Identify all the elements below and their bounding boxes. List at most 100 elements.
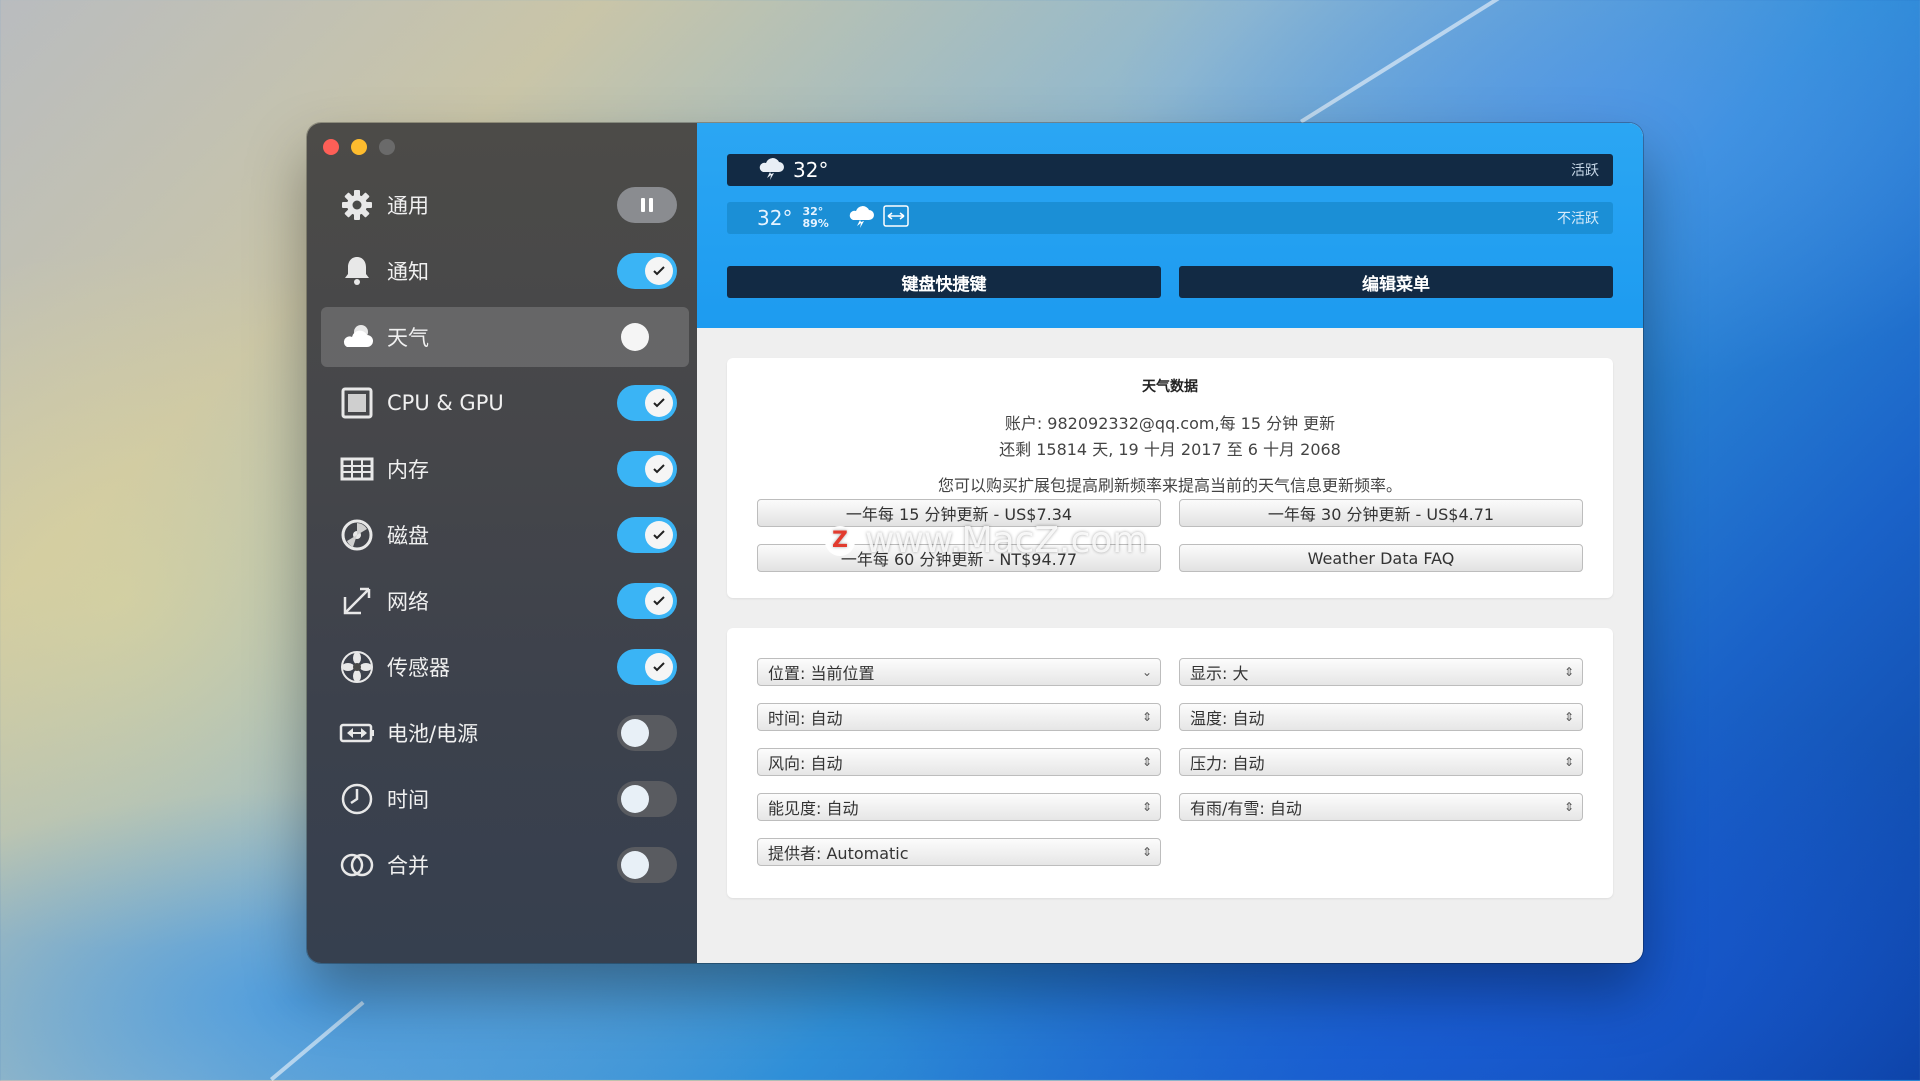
sidebar-item-label: 内存	[387, 458, 429, 482]
battery-icon	[337, 713, 377, 753]
sidebar-item-label: 传感器	[387, 656, 450, 680]
time-toggle[interactable]	[617, 781, 677, 817]
bell-icon	[337, 251, 377, 291]
weather-settings-card: 位置: 当前位置 ⌄ 显示: 大 ⇕ 时间: 自动 ⇕ 温度: 自动 ⇕ 风向:…	[727, 628, 1613, 898]
combine-toggle[interactable]	[617, 847, 677, 883]
menubar-status-label: 活跃	[1571, 163, 1599, 179]
pressure-unit-select[interactable]: 压力: 自动 ⇕	[1179, 748, 1583, 776]
menubar-preview-area: 32° 活跃 32° 32° 89% 不活跃 键盘快捷键 编辑菜单	[697, 123, 1643, 328]
pause-button[interactable]	[617, 187, 677, 223]
sidebar: 通用 通知 天气 CPU & GPU 内存 磁盘 网络 传感器 电池/电源 时间…	[307, 123, 697, 963]
watermark-logo: Z	[825, 525, 855, 556]
checkmark-icon	[653, 530, 665, 540]
weather-data-faq-button[interactable]: Weather Data FAQ	[1179, 544, 1583, 572]
time-select[interactable]: 时间: 自动 ⇕	[757, 703, 1161, 731]
menubar-status-label: 不活跃	[1557, 211, 1599, 227]
mini-readout: 32° 89%	[802, 206, 828, 230]
keyboard-shortcuts-button[interactable]: 键盘快捷键	[727, 266, 1161, 298]
select-value: 能见度: 自动	[768, 799, 859, 818]
select-value: 有雨/有雪: 自动	[1190, 799, 1302, 818]
sidebar-item-label: 通用	[387, 194, 429, 218]
sidebar-item-label: 磁盘	[387, 524, 429, 548]
upsell-line: 您可以购买扩展包提高刷新频率来提高当前的天气信息更新频率。	[937, 476, 1402, 495]
provider-select[interactable]: 提供者: Automatic ⇕	[757, 838, 1161, 866]
up-down-chevron-icon: ⇕	[1141, 845, 1152, 859]
watermark-text: www.MacZ.com	[865, 520, 1148, 561]
sensors-toggle[interactable]	[617, 649, 677, 685]
thunderstorm-icon	[757, 156, 785, 184]
up-down-chevron-icon: ⇕	[1563, 710, 1574, 724]
up-down-chevron-icon: ⇕	[1141, 710, 1152, 724]
main-panel: 32° 活跃 32° 32° 89% 不活跃 键盘快捷键 编辑菜单 天气数据 账…	[697, 123, 1643, 963]
checkmark-icon	[653, 596, 665, 606]
cpu-gpu-toggle[interactable]	[617, 385, 677, 421]
sidebar-item-memory[interactable]: 内存	[321, 439, 689, 499]
memory-toggle[interactable]	[617, 451, 677, 487]
visibility-unit-select[interactable]: 能见度: 自动 ⇕	[757, 793, 1161, 821]
network-toggle[interactable]	[617, 583, 677, 619]
battery-toggle[interactable]	[617, 715, 677, 751]
wind-direction-icon	[883, 205, 909, 231]
buy-30-min-button[interactable]: 一年每 30 分钟更新 - US$4.71	[1179, 499, 1583, 527]
sidebar-item-sensors[interactable]: 传感器	[321, 637, 689, 697]
wind-direction-select[interactable]: 风向: 自动 ⇕	[757, 748, 1161, 776]
disk-toggle[interactable]	[617, 517, 677, 553]
thunderstorm-icon	[847, 204, 875, 232]
weather-data-title: 天气数据	[1142, 379, 1198, 395]
fan-icon	[337, 647, 377, 687]
menubar-preview-inactive[interactable]: 32° 32° 89% 不活跃	[727, 202, 1613, 234]
sidebar-item-disk[interactable]: 磁盘	[321, 505, 689, 565]
sidebar-item-combine[interactable]: 合并	[321, 835, 689, 895]
account-line: 账户: 982092332@qq.com,每 15 分钟 更新	[1004, 414, 1336, 433]
edit-menu-button[interactable]: 编辑菜单	[1179, 266, 1613, 298]
sidebar-item-label: CPU & GPU	[387, 391, 504, 415]
notifications-toggle[interactable]	[617, 253, 677, 289]
zoom-window-button[interactable]	[379, 139, 395, 155]
sidebar-item-notifications[interactable]: 通知	[321, 241, 689, 301]
gear-icon	[337, 185, 377, 225]
sidebar-item-label: 时间	[387, 788, 429, 812]
minimize-window-button[interactable]	[351, 139, 367, 155]
sidebar-item-battery[interactable]: 电池/电源	[321, 703, 689, 763]
close-window-button[interactable]	[323, 139, 339, 155]
sidebar-item-network[interactable]: 网络	[321, 571, 689, 631]
weather-toggle[interactable]	[617, 319, 677, 355]
select-value: 时间: 自动	[768, 709, 843, 728]
display-size-select[interactable]: 显示: 大 ⇕	[1179, 658, 1583, 686]
sidebar-item-label: 电池/电源	[387, 722, 479, 746]
sidebar-item-weather[interactable]: 天气	[321, 307, 689, 367]
menubar-temperature: 32°	[757, 206, 793, 230]
location-select[interactable]: 位置: 当前位置 ⌄	[757, 658, 1161, 686]
sidebar-item-time[interactable]: 时间	[321, 769, 689, 829]
combine-rings-icon	[337, 845, 377, 885]
pause-icon	[641, 198, 653, 212]
menubar-temperature: 32°	[793, 158, 829, 182]
select-value: 压力: 自动	[1190, 754, 1265, 773]
checkmark-icon	[653, 464, 665, 474]
up-down-chevron-icon: ⇕	[1141, 800, 1152, 814]
up-down-chevron-icon: ⇕	[1563, 755, 1574, 769]
weather-data-card: 天气数据 账户: 982092332@qq.com,每 15 分钟 更新 还剩 …	[727, 358, 1613, 598]
memory-icon	[337, 449, 377, 489]
select-value: 风向: 自动	[768, 754, 843, 773]
select-value: 温度: 自动	[1190, 709, 1265, 728]
select-value: 提供者: Automatic	[768, 844, 909, 863]
sidebar-item-cpu-gpu[interactable]: CPU & GPU	[321, 373, 689, 433]
up-down-chevron-icon: ⇕	[1141, 755, 1152, 769]
sidebar-item-general[interactable]: 通用	[321, 175, 689, 235]
sidebar-item-label: 合并	[387, 854, 429, 878]
clock-icon	[337, 779, 377, 819]
up-down-chevron-icon: ⇕	[1563, 665, 1574, 679]
select-value: 显示: 大	[1190, 664, 1249, 683]
menubar-preview-active[interactable]: 32° 活跃	[727, 154, 1613, 186]
precipitation-unit-select[interactable]: 有雨/有雪: 自动 ⇕	[1179, 793, 1583, 821]
disk-icon	[337, 515, 377, 555]
chevron-down-icon: ⌄	[1141, 665, 1152, 679]
temperature-unit-select[interactable]: 温度: 自动 ⇕	[1179, 703, 1583, 731]
select-value: 位置: 当前位置	[768, 664, 875, 683]
sidebar-nav: 通用 通知 天气 CPU & GPU 内存 磁盘 网络 传感器 电池/电源 时间…	[321, 175, 689, 901]
chip-icon	[337, 383, 377, 423]
checkmark-icon	[653, 398, 665, 408]
network-arrows-icon	[337, 581, 377, 621]
mini-humidity: 89%	[802, 217, 829, 230]
